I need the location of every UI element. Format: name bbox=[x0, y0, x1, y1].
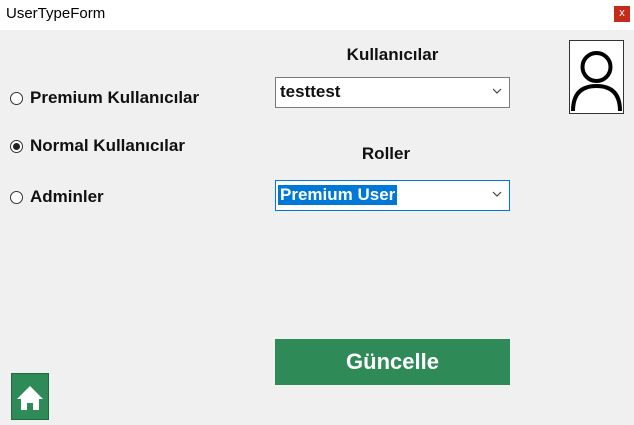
radio-admins[interactable]: Adminler bbox=[10, 187, 104, 207]
radio-label: Adminler bbox=[30, 187, 104, 206]
users-heading: Kullanıcılar bbox=[346, 45, 439, 64]
radio-label: Premium Kullanıcılar bbox=[30, 88, 200, 107]
update-button[interactable]: Güncelle bbox=[275, 339, 510, 385]
chevron-down-icon bbox=[492, 191, 502, 197]
roles-combobox-value: Premium User bbox=[278, 185, 398, 205]
close-button[interactable]: x bbox=[614, 6, 630, 22]
roles-heading: Roller bbox=[361, 144, 411, 163]
radio-circle[interactable] bbox=[10, 91, 23, 105]
users-combobox-value: testtest bbox=[280, 82, 341, 101]
user-avatar-icon bbox=[569, 40, 624, 114]
radio-label: Normal Kullanıcılar bbox=[30, 136, 185, 155]
radio-circle[interactable] bbox=[10, 190, 23, 204]
users-combobox[interactable]: testtest bbox=[275, 77, 510, 108]
chevron-down-icon bbox=[492, 88, 502, 94]
home-icon bbox=[17, 386, 43, 410]
title-bar: UserTypeForm x bbox=[0, 0, 634, 30]
radio-normal-users[interactable]: Normal Kullanıcılar bbox=[10, 136, 185, 156]
window-title: UserTypeForm bbox=[6, 5, 106, 22]
radio-premium-users[interactable]: Premium Kullanıcılar bbox=[10, 88, 199, 108]
radio-circle[interactable] bbox=[10, 139, 23, 153]
roles-combobox[interactable]: Premium User bbox=[275, 180, 510, 211]
home-button[interactable] bbox=[11, 373, 49, 420]
